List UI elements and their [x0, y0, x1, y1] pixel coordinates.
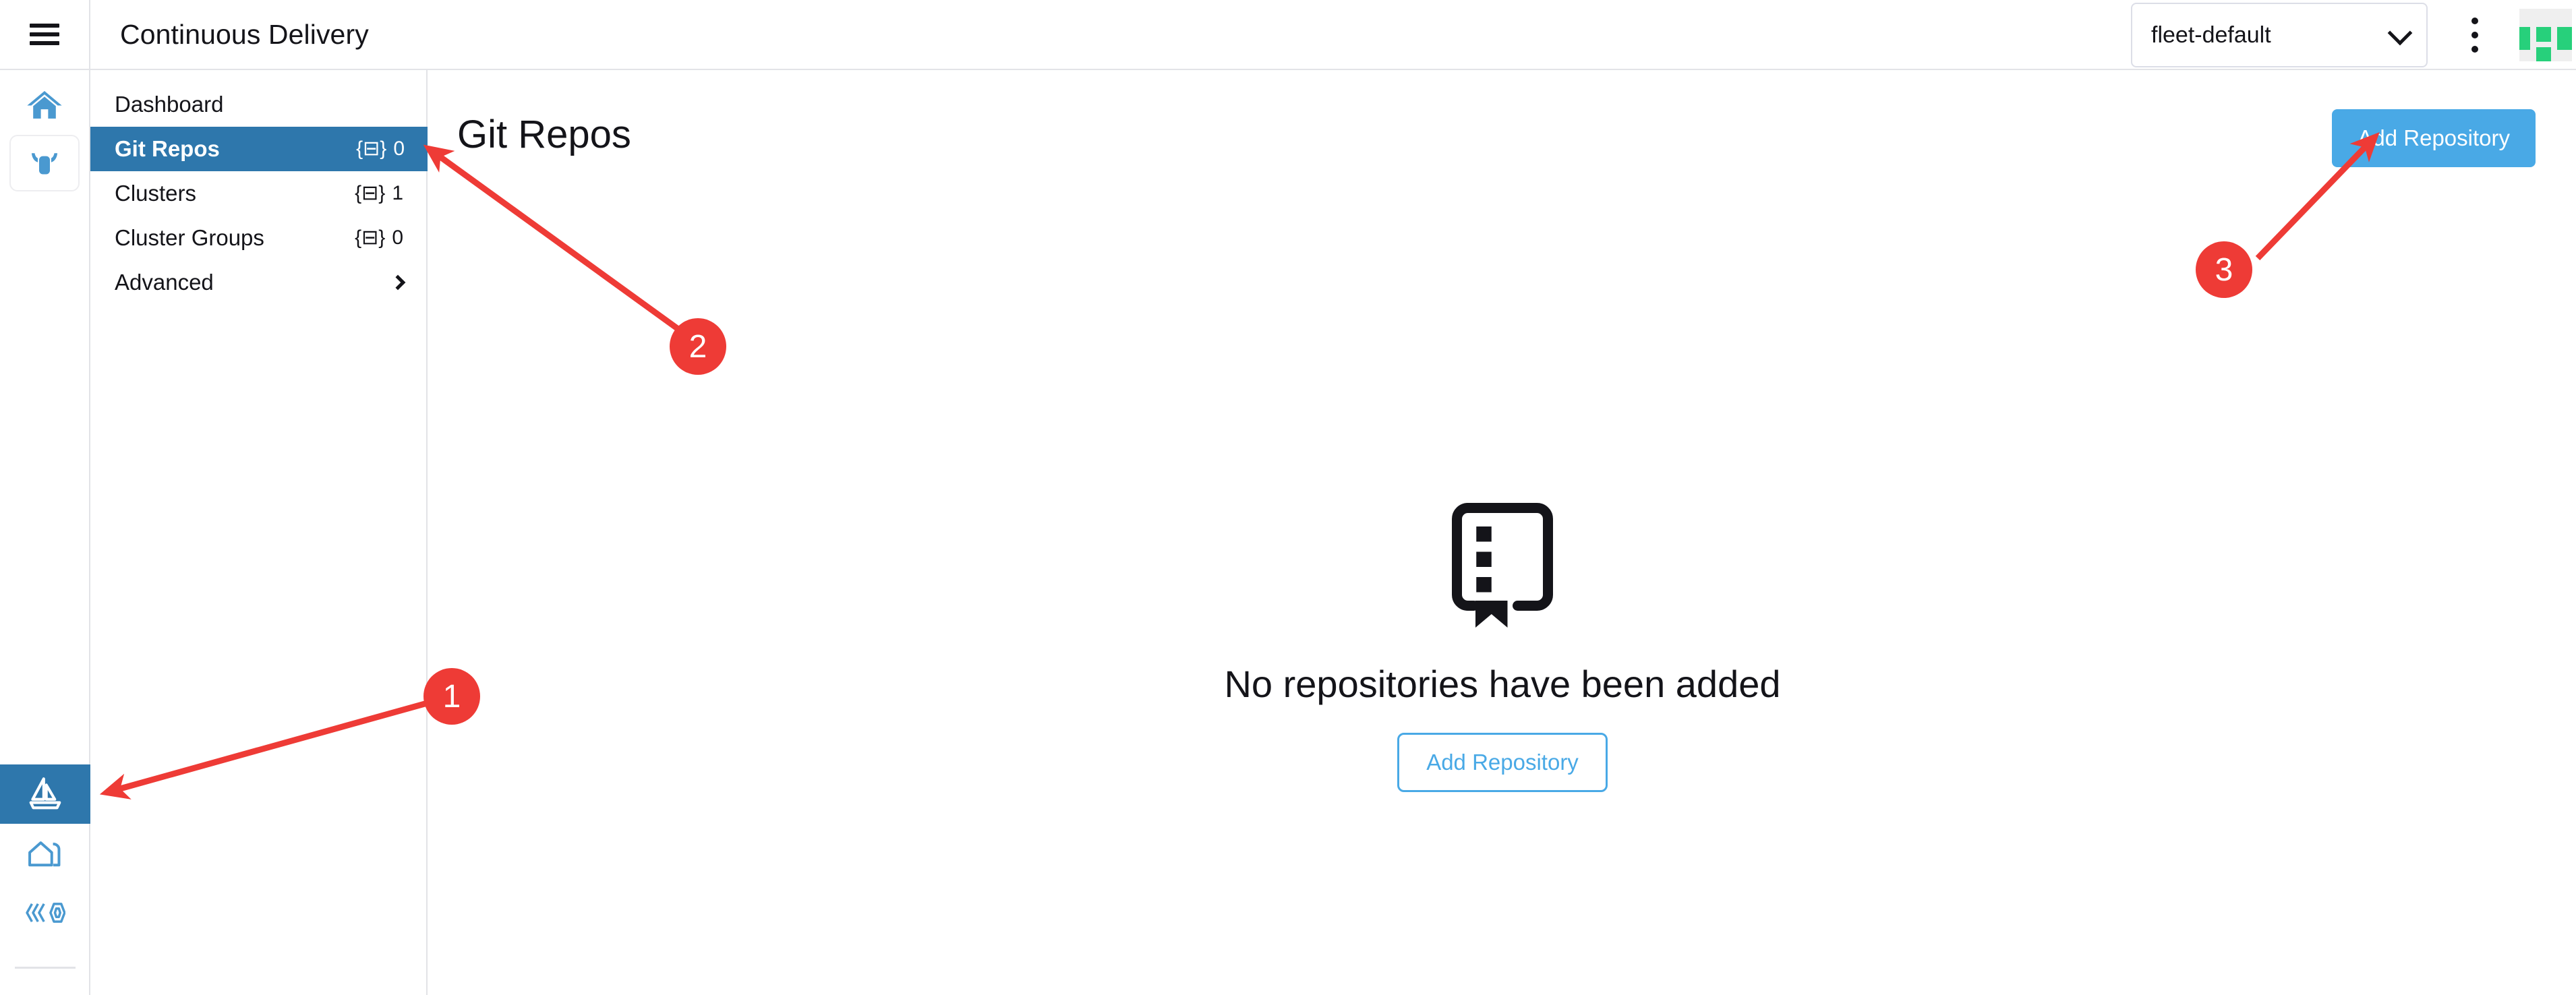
top-bar-right-controls: fleet-default [2131, 0, 2576, 70]
sidebar-item-dashboard[interactable]: Dashboard [90, 82, 426, 127]
sidebar-item-cluster-groups[interactable]: Cluster Groups {⊟} 0 [90, 216, 426, 260]
hamburger-menu-icon [30, 24, 59, 45]
rail-divider [15, 967, 76, 969]
rail-item-home[interactable] [0, 76, 89, 135]
app-root: Continuous Delivery fleet-default Dashbo… [0, 0, 2576, 995]
sidebar-item-count: {⊟} 0 [355, 227, 403, 249]
kebab-dot [2471, 46, 2478, 53]
sidebar-item-count: {⊟} 1 [355, 182, 403, 205]
left-icon-rail [0, 70, 90, 995]
namespace-select-value: fleet-default [2151, 22, 2271, 48]
rancher-logo [2519, 9, 2572, 61]
namespace-icon: {⊟} [355, 182, 386, 204]
sidebar-item-label: Git Repos [115, 136, 220, 161]
sidebar-item-count-value: 1 [392, 182, 403, 204]
cluster-cow-icon [31, 153, 58, 175]
sidebar-item-count: {⊟} 0 [356, 138, 405, 160]
main-content: Git Repos Add Repository No repositories… [429, 70, 2576, 995]
sidebar-item-label: Cluster Groups [115, 225, 264, 250]
rail-item-service-mesh[interactable] [0, 883, 89, 942]
sidebar-item-clusters[interactable]: Clusters {⊟} 1 [90, 171, 426, 216]
empty-state-message: No repositories have been added [1224, 663, 1781, 705]
top-bar: Continuous Delivery fleet-default [0, 0, 2576, 70]
app-title: Continuous Delivery [120, 18, 369, 50]
rail-item-cluster[interactable] [9, 135, 80, 191]
rail-item-continuous-delivery[interactable] [0, 764, 90, 824]
sidebar-item-advanced[interactable]: Advanced [90, 260, 426, 305]
empty-state: No repositories have been added Add Repo… [429, 503, 2576, 792]
barn-cluster-explorer-icon [28, 841, 61, 867]
hexagon-mesh-icon [26, 903, 65, 923]
sidebar-item-count-value: 0 [393, 138, 405, 160]
rail-item-cluster-explorer[interactable] [0, 824, 89, 883]
sidebar-item-git-repos[interactable]: Git Repos {⊟} 0 [90, 127, 428, 171]
namespace-select[interactable]: fleet-default [2131, 3, 2428, 67]
namespace-icon: {⊟} [355, 227, 386, 249]
kebab-dot [2471, 32, 2478, 38]
repository-bookmark-icon [1452, 503, 1553, 628]
sailboat-fleet-icon [29, 777, 61, 810]
sidebar-item-label: Advanced [115, 270, 214, 295]
sidebar-item-label: Dashboard [115, 92, 224, 117]
secondary-sidebar: Dashboard Git Repos {⊟} 0 Clusters {⊟} 1… [90, 70, 428, 995]
sidebar-item-label: Clusters [115, 181, 197, 206]
page-title: Git Repos [457, 113, 631, 156]
namespace-icon: {⊟} [356, 138, 387, 160]
sidebar-item-expand [390, 274, 406, 291]
chevron-down-icon [2387, 20, 2413, 46]
add-repository-button[interactable]: Add Repository [2332, 109, 2536, 167]
home-icon [27, 91, 62, 119]
kebab-menu-button[interactable] [2442, 3, 2507, 67]
empty-state-add-repository-button[interactable]: Add Repository [1397, 733, 1608, 792]
sidebar-item-count-value: 0 [392, 227, 403, 249]
kebab-dot [2471, 18, 2478, 24]
chevron-right-icon [390, 274, 406, 291]
hamburger-menu-button[interactable] [0, 0, 90, 69]
